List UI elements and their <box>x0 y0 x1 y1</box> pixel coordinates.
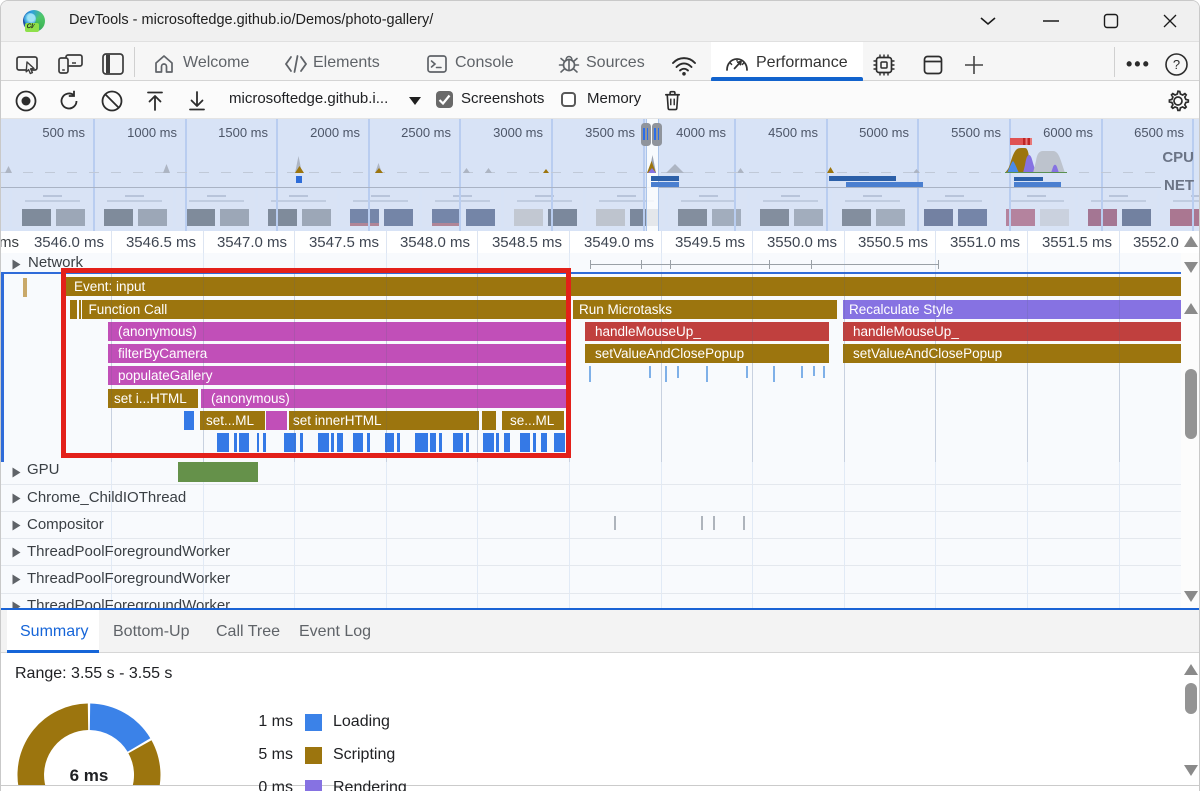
svg-text:?: ? <box>1173 57 1180 72</box>
